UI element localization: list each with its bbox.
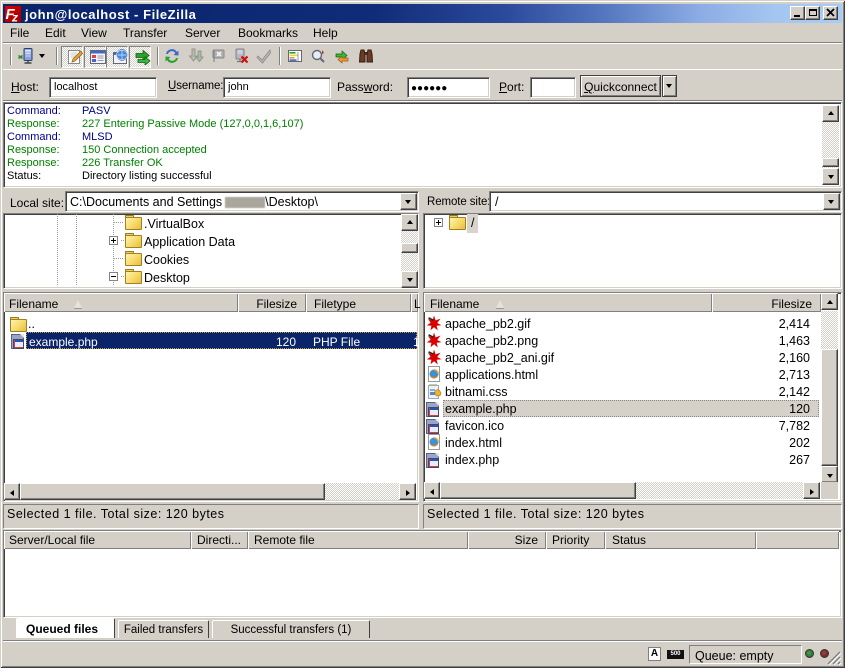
svg-text:z: z (11, 11, 18, 23)
